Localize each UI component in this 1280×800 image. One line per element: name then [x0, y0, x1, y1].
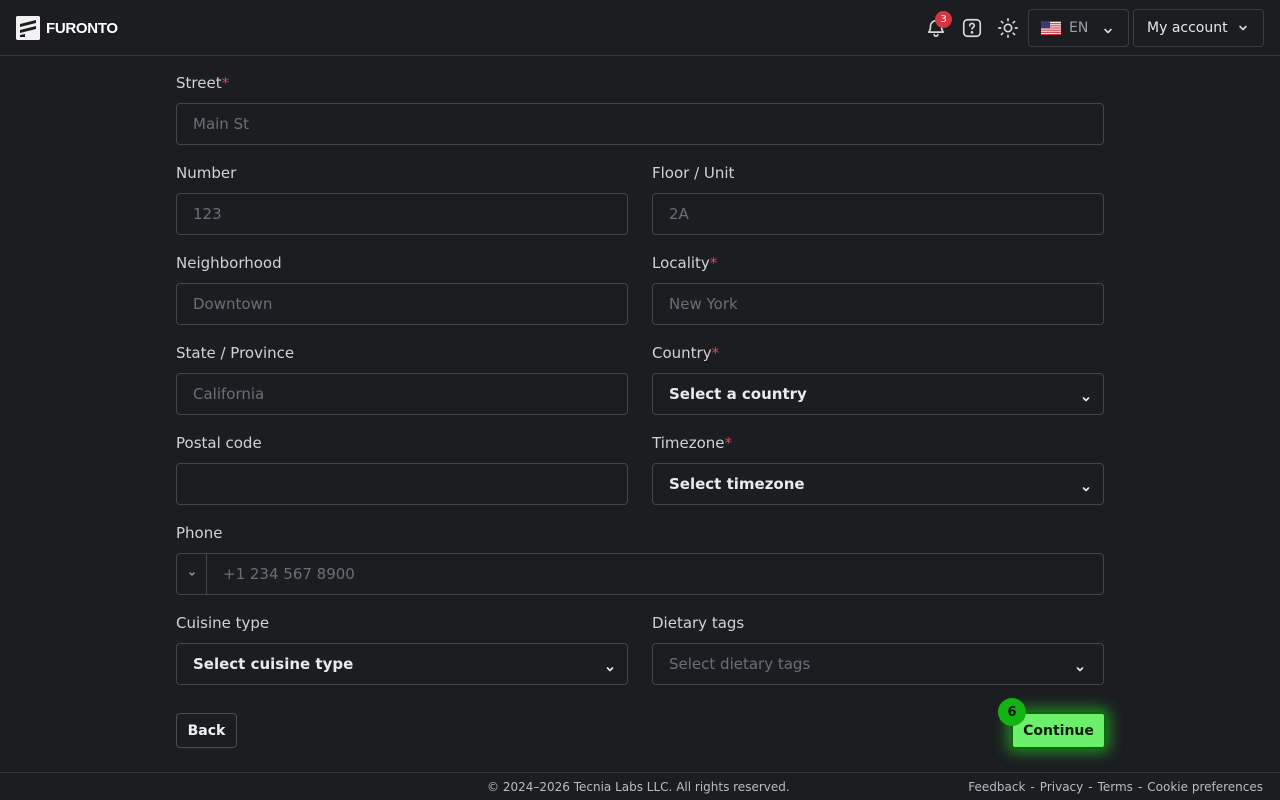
phone-label: Phone	[176, 524, 223, 542]
my-account-button[interactable]: My account	[1133, 9, 1264, 47]
footer-links: Feedback - Privacy - Terms - Cookie pref…	[968, 780, 1263, 794]
chevron-down-icon	[1081, 480, 1091, 492]
footer: © 2024–2026 Tecnia Labs LLC. All rights …	[0, 772, 1280, 800]
country-select-value: Select a country	[669, 385, 807, 403]
phone-country-code-dropdown[interactable]	[177, 554, 207, 594]
terms-link[interactable]: Terms	[1098, 780, 1133, 794]
step-number-badge: 6	[998, 698, 1026, 726]
theme-toggle-sun-icon[interactable]	[996, 16, 1020, 40]
copyright-text: © 2024–2026 Tecnia Labs LLC. All rights …	[487, 780, 790, 794]
footer-separator: -	[1137, 780, 1143, 794]
timezone-label-text: Timezone	[652, 434, 725, 452]
phone-input[interactable]	[207, 554, 1103, 594]
street-input[interactable]	[176, 103, 1104, 145]
continue-button[interactable]: Continue	[1011, 712, 1106, 749]
number-input[interactable]	[176, 193, 628, 235]
neighborhood-input[interactable]	[176, 283, 628, 325]
language-selector[interactable]: EN	[1028, 9, 1129, 47]
cookie-preferences-link[interactable]: Cookie preferences	[1147, 780, 1263, 794]
locality-label: Locality*	[652, 253, 717, 273]
chevron-down-icon	[1075, 660, 1085, 672]
logo-text: FURONTO	[46, 19, 118, 37]
timezone-label: Timezone*	[652, 433, 732, 453]
floor-unit-input[interactable]	[652, 193, 1104, 235]
postal-code-label: Postal code	[176, 434, 262, 452]
country-label: Country*	[652, 343, 719, 363]
postal-code-input[interactable]	[176, 463, 628, 505]
chevron-down-icon	[1237, 22, 1249, 38]
dietary-tags-label: Dietary tags	[652, 614, 745, 632]
feedback-link[interactable]: Feedback	[968, 780, 1025, 794]
state-province-label: State / Province	[176, 344, 295, 362]
logo[interactable]: FURONTO	[16, 16, 118, 40]
state-province-input[interactable]	[176, 373, 628, 415]
us-flag-icon	[1041, 21, 1061, 35]
country-label-text: Country	[652, 344, 712, 362]
dietary-tags-placeholder: Select dietary tags	[669, 655, 811, 673]
notification-count-badge: 3	[935, 11, 952, 28]
dietary-tags-select[interactable]: Select dietary tags	[652, 643, 1104, 685]
chevron-down-icon	[605, 660, 615, 672]
locality-input[interactable]	[652, 283, 1104, 325]
help-icon[interactable]	[960, 16, 984, 40]
required-asterisk: *	[221, 74, 230, 92]
country-select[interactable]: Select a country	[652, 373, 1104, 415]
chevron-down-icon	[188, 572, 195, 576]
phone-field	[176, 553, 1104, 595]
footer-separator: -	[1030, 780, 1035, 794]
back-button[interactable]: Back	[176, 713, 237, 748]
street-label-text: Street	[176, 74, 222, 92]
neighborhood-label: Neighborhood	[176, 254, 282, 272]
cuisine-type-select-value: Select cuisine type	[193, 655, 354, 673]
number-label: Number	[176, 164, 237, 182]
locality-label-text: Locality	[652, 254, 710, 272]
required-asterisk: *	[724, 434, 733, 452]
top-header: FURONTO 3 EN My account	[0, 0, 1280, 56]
chevron-down-icon	[1081, 390, 1091, 402]
language-code: EN	[1069, 20, 1089, 36]
timezone-select[interactable]: Select timezone	[652, 463, 1104, 505]
privacy-link[interactable]: Privacy	[1040, 780, 1083, 794]
required-asterisk: *	[711, 344, 720, 362]
logo-mark-icon	[16, 16, 40, 40]
cuisine-type-select[interactable]: Select cuisine type	[176, 643, 628, 685]
timezone-select-value: Select timezone	[669, 475, 805, 493]
cuisine-type-label: Cuisine type	[176, 614, 270, 632]
street-label: Street*	[176, 73, 229, 93]
my-account-label: My account	[1147, 20, 1228, 36]
floor-unit-label: Floor / Unit	[652, 164, 735, 182]
required-asterisk: *	[709, 254, 718, 272]
footer-separator: -	[1088, 780, 1093, 794]
chevron-down-icon	[1102, 22, 1114, 41]
